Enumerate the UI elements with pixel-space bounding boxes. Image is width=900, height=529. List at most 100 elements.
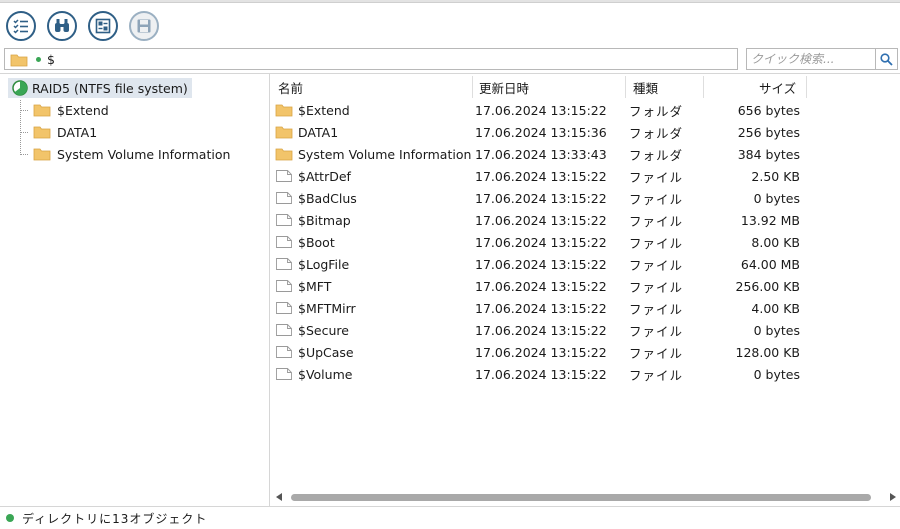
list-icon [13,19,28,34]
search-files-button[interactable] [47,11,77,41]
file-name-cell: System Volume Information [275,143,471,165]
file-name: $Boot [298,234,335,250]
horizontal-scrollbar[interactable] [271,491,900,503]
file-type: ファイル [629,367,684,383]
path-bar[interactable]: $ [4,48,738,70]
tree-root-label: RAID5 (NTFS file system) [32,80,188,96]
file-size: 13.92 MB [740,212,800,228]
file-type: フォルダ [629,125,684,141]
column-header-date[interactable]: 更新日時 [479,76,529,98]
file-name-cell: $BadClus [275,187,357,209]
file-row[interactable]: $Volume 17.06.2024 13:15:22 ファイル 0 bytes [271,363,811,385]
search-button[interactable] [876,48,898,70]
file-date: 17.06.2024 13:15:22 [475,234,607,250]
preview-icon [95,18,111,34]
scroll-right-icon[interactable] [890,493,896,501]
column-header-name[interactable]: 名前 [278,76,303,98]
file-size: 656 bytes [737,102,800,118]
file-name: $LogFile [298,256,350,272]
file-row[interactable]: $MFTMirr 17.06.2024 13:15:22 ファイル 4.00 KB [271,297,811,319]
scroll-left-icon[interactable] [276,493,282,501]
file-name-cell: DATA1 [275,121,338,143]
quick-search [746,48,876,70]
file-type: フォルダ [629,103,684,119]
column-header-type[interactable]: 種類 [633,76,658,98]
tree-connector [20,132,28,133]
file-row[interactable]: $Boot 17.06.2024 13:15:22 ファイル 8.00 KB [271,231,811,253]
file-size: 8.00 KB [751,234,800,250]
file-size: 256 bytes [737,124,800,140]
tree-root[interactable]: RAID5 (NTFS file system) [8,78,192,98]
file-row[interactable]: System Volume Information 17.06.2024 13:3… [271,143,811,165]
folder-icon [275,126,293,139]
file-icon [276,192,292,204]
column-divider[interactable] [806,76,807,98]
file-row[interactable]: $LogFile 17.06.2024 13:15:22 ファイル 64.00 MB [271,253,811,275]
file-row[interactable]: $Extend 17.06.2024 13:15:22 フォルダ 656 bytes [271,99,811,121]
file-type: ファイル [629,301,684,317]
preview-button[interactable] [88,11,118,41]
file-name: $UpCase [298,344,354,360]
file-type: ファイル [629,323,684,339]
folder-icon [33,104,51,117]
toolbar [0,4,900,44]
file-icon [276,280,292,292]
disk-icon [12,80,28,96]
file-name-cell: $Boot [275,231,335,253]
file-date: 17.06.2024 13:15:22 [475,168,607,184]
file-name-cell: $LogFile [275,253,349,275]
file-row[interactable]: $Secure 17.06.2024 13:15:22 ファイル 0 bytes [271,319,811,341]
file-row[interactable]: $BadClus 17.06.2024 13:15:22 ファイル 0 bytes [271,187,811,209]
column-divider[interactable] [703,76,704,98]
folder-icon [275,148,293,161]
file-name-cell: $MFT [275,275,331,297]
file-name-cell: $Volume [275,363,352,385]
file-size: 384 bytes [737,146,800,162]
column-header-size[interactable]: サイズ [759,76,796,98]
path-text: $ [47,52,55,67]
tree-item-extend[interactable]: $Extend [33,100,109,120]
tree-item-system-volume-information[interactable]: System Volume Information [33,144,230,164]
file-name-cell: $Extend [275,99,350,121]
file-name: DATA1 [298,124,339,140]
folder-icon [10,54,28,67]
file-row[interactable]: $Bitmap 17.06.2024 13:15:22 ファイル 13.92 MB [271,209,811,231]
file-type: フォルダ [629,147,684,163]
search-icon [880,52,893,66]
file-row[interactable]: $UpCase 17.06.2024 13:15:22 ファイル 128.00 KB [271,341,811,363]
file-type: ファイル [629,345,684,361]
file-row[interactable]: DATA1 17.06.2024 13:15:36 フォルダ 256 bytes [271,121,811,143]
file-date: 17.06.2024 13:15:22 [475,278,607,294]
file-name-cell: $Bitmap [275,209,351,231]
file-icon [276,236,292,248]
file-date: 17.06.2024 13:15:22 [475,366,607,382]
file-name: $BadClus [298,190,357,206]
file-date: 17.06.2024 13:15:36 [475,124,607,140]
list-button[interactable] [6,11,36,41]
scrollbar-thumb[interactable] [291,494,871,501]
file-row[interactable]: $MFT 17.06.2024 13:15:22 ファイル 256.00 KB [271,275,811,297]
tree-connector [20,110,28,111]
column-divider[interactable] [472,76,473,98]
status-bar: ディレクトリに13オブジェクト [0,506,900,529]
file-row[interactable]: $AttrDef 17.06.2024 13:15:22 ファイル 2.50 KB [271,165,811,187]
file-size: 0 bytes [753,366,800,382]
tree-item-label: System Volume Information [57,146,231,162]
file-icon [276,258,292,270]
tree-item-data1[interactable]: DATA1 [33,122,97,142]
file-date: 17.06.2024 13:15:22 [475,190,607,206]
file-name: $MFT [298,278,332,294]
window-top-border [0,0,900,3]
file-date: 17.06.2024 13:15:22 [475,322,607,338]
file-name: $MFTMirr [298,300,356,316]
file-name-cell: $UpCase [275,341,354,363]
file-icon [276,368,292,380]
file-size: 2.50 KB [751,168,800,184]
file-name: $Extend [298,102,350,118]
save-button[interactable] [129,11,159,41]
tree-connector [20,154,28,155]
folder-icon [33,148,51,161]
column-divider[interactable] [625,76,626,98]
file-size: 256.00 KB [735,278,800,294]
quick-search-input[interactable] [747,49,872,69]
